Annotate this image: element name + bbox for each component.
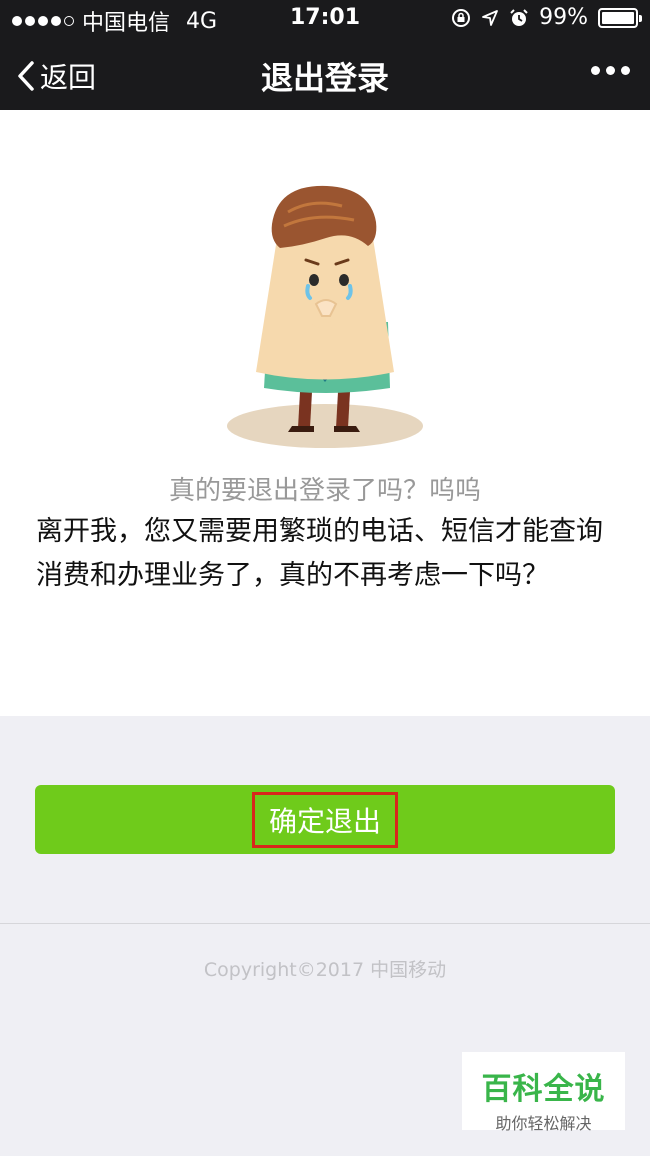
battery-percent: 99% bbox=[539, 5, 588, 30]
battery-icon bbox=[598, 7, 642, 28]
confirm-logout-label: 确定退出 bbox=[251, 791, 398, 848]
watermark-logo: 百科全说 助你轻松解决 bbox=[462, 1052, 625, 1133]
location-icon bbox=[482, 9, 498, 26]
logout-subtitle: 真的要退出登录了吗？呜呜 bbox=[168, 476, 481, 506]
watermark-title: 百科全说 bbox=[481, 1072, 606, 1107]
copyright-text: Copyright©2017 中国移动 bbox=[203, 959, 447, 981]
sad-character-illustration bbox=[227, 185, 423, 448]
status-right: 99% bbox=[451, 5, 642, 30]
status-bar: 中国电信 4G 17:01 99% bbox=[0, 0, 650, 36]
page-title: 退出登录 bbox=[260, 59, 389, 97]
lock-rotation-icon bbox=[452, 8, 471, 27]
logout-message: 离开我，您又需要用繁琐的电话、短信才能查询消费和办理业务了，真的不再考虑一下吗？ bbox=[36, 516, 603, 591]
footer-divider bbox=[0, 923, 650, 924]
more-dots-icon[interactable] bbox=[591, 66, 630, 75]
alarm-icon bbox=[510, 8, 528, 26]
confirm-logout-button[interactable]: 确定退出 bbox=[35, 785, 615, 854]
watermark-subtitle: 助你轻松解决 bbox=[495, 1114, 592, 1133]
logout-content: 真的要退出登录了吗？呜呜 离开我，您又需要用繁琐的电话、短信才能查询消费和办理业… bbox=[0, 110, 650, 716]
navigation-bar: 返回 退出登录 bbox=[0, 36, 650, 110]
